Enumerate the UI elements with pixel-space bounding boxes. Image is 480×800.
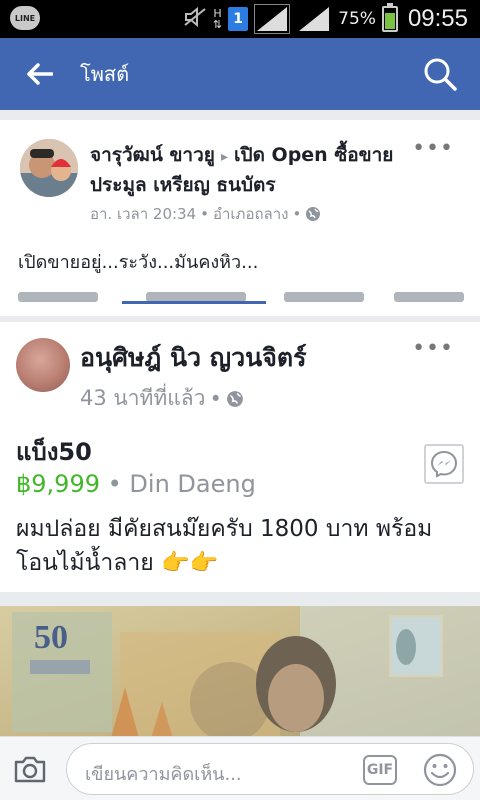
search-button[interactable] bbox=[400, 38, 480, 110]
item-title: แบ็ง50 bbox=[16, 438, 92, 466]
author-name[interactable]: จารุวัฒน์ ขาวยู bbox=[90, 144, 215, 166]
globe-icon bbox=[306, 207, 321, 221]
marketplace-post-card: อนุศิษฎ์ นิว ญวนจิตร์ 43 นาทีที่แล้ว • •… bbox=[0, 322, 480, 742]
signal-icon-2 bbox=[299, 7, 330, 31]
tab-placeholder[interactable] bbox=[18, 292, 98, 302]
item-location: Din Daeng bbox=[129, 470, 256, 498]
clock: 09:55 bbox=[407, 5, 468, 32]
globe-icon bbox=[226, 390, 243, 407]
post-meta: 43 นาทีที่แล้ว • bbox=[80, 382, 244, 415]
battery-percent: 75% bbox=[338, 9, 376, 29]
more-options-button[interactable]: ••• bbox=[412, 336, 454, 361]
active-tab-indicator bbox=[122, 301, 266, 304]
arrow-left-icon bbox=[27, 63, 53, 85]
price-row: ฿9,999 • Din Daeng bbox=[16, 470, 256, 498]
post-time[interactable]: 43 นาทีที่แล้ว bbox=[80, 382, 205, 415]
group-name[interactable]: เปิด Open ซื้อขาย bbox=[234, 144, 393, 166]
camera-button[interactable] bbox=[12, 751, 48, 787]
banknote-value: 50 bbox=[34, 619, 68, 656]
post-text: เปิดขายอยู่...ระวัง...มันคงหิว... bbox=[18, 252, 259, 273]
avatar[interactable] bbox=[16, 338, 70, 392]
comment-placeholder: เขียนความคิดเห็น... bbox=[85, 764, 242, 785]
camera-icon bbox=[14, 756, 46, 783]
shared-post-card: จารุวัฒน์ ขาวยู ▸ เปิด Open ซื้อขาย ประม… bbox=[0, 120, 480, 316]
sim-indicator: 1 bbox=[228, 7, 249, 31]
item-description: ผมปล่อย มีคัยสนม๊ยครับ 1800 บาท พร้อมโอน… bbox=[16, 516, 433, 576]
network-type-indicator: H ⇅ bbox=[212, 7, 223, 31]
more-options-button[interactable]: ••• bbox=[412, 136, 454, 161]
arrow-right-icon: ▸ bbox=[220, 149, 228, 165]
comment-composer: เขียนความคิดเห็น... GIF bbox=[0, 736, 480, 800]
tabs-strip bbox=[0, 280, 480, 304]
post-header-line: จารุวัฒน์ ขาวยู ▸ เปิด Open ซื้อขาย bbox=[90, 140, 393, 170]
signal-icon bbox=[254, 4, 291, 34]
status-bar: LINE H ⇅ 1 75% 09:55 bbox=[0, 0, 480, 38]
comment-input[interactable]: เขียนความคิดเห็น... GIF bbox=[66, 743, 474, 795]
post-location[interactable]: อำเภอถลาง bbox=[213, 202, 288, 226]
post-meta: อา. เวลา 20:34 • อำเภอถลาง • bbox=[90, 202, 321, 226]
messenger-icon bbox=[430, 450, 458, 478]
tab-placeholder[interactable] bbox=[394, 292, 464, 302]
mute-icon bbox=[183, 6, 207, 32]
tab-placeholder[interactable] bbox=[284, 292, 364, 302]
item-price: ฿9,999 bbox=[16, 470, 100, 498]
messenger-button[interactable] bbox=[424, 444, 464, 484]
back-button[interactable] bbox=[0, 38, 80, 110]
smiley-icon[interactable] bbox=[423, 753, 457, 787]
battery-icon bbox=[381, 3, 398, 32]
page-title: โพสต์ bbox=[80, 62, 130, 86]
post-time[interactable]: อา. เวลา 20:34 bbox=[90, 202, 196, 226]
avatar[interactable] bbox=[20, 139, 78, 197]
gif-button[interactable]: GIF bbox=[363, 755, 397, 785]
app-header: โพสต์ bbox=[0, 38, 480, 110]
line-app-icon: LINE bbox=[10, 6, 40, 30]
banknote-photo[interactable]: 50 bbox=[0, 592, 480, 742]
author-name[interactable]: อนุศิษฎ์ นิว ญวนจิตร์ bbox=[80, 338, 307, 378]
group-name-continued[interactable]: ประมูล เหรียญ ธนบัตร bbox=[90, 170, 276, 200]
search-icon bbox=[424, 58, 457, 91]
